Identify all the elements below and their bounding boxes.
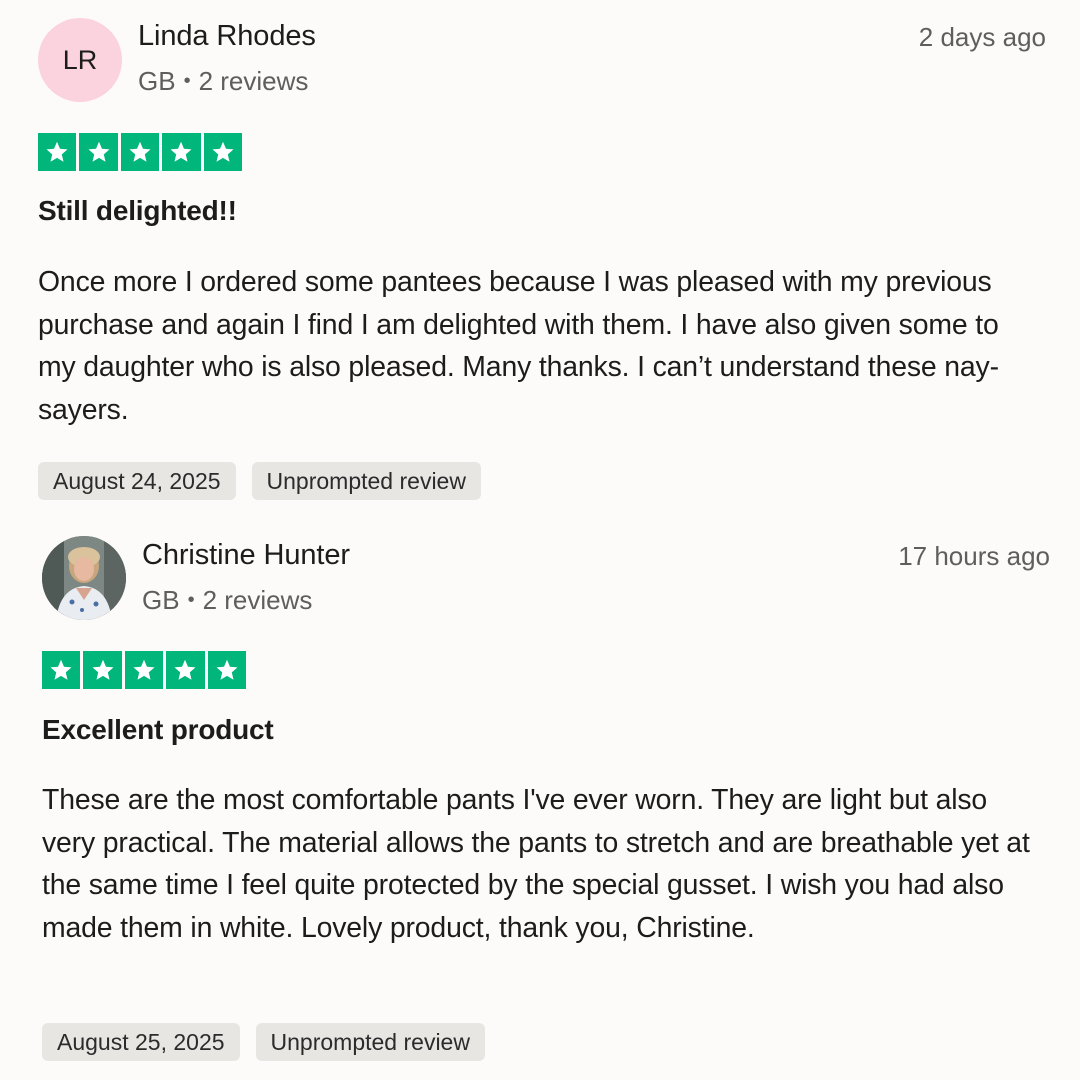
review-tags: August 25, 2025 Unprompted review [42,1023,485,1061]
review-tags: August 24, 2025 Unprompted review [38,462,481,500]
star-icon [38,133,77,171]
star-icon [203,133,242,171]
unprompted-review-badge[interactable]: Unprompted review [251,462,481,500]
meta-separator: • [187,589,195,611]
star-icon [42,651,81,689]
avatar-initials: LR [62,44,98,75]
reviewer-name[interactable]: Christine Hunter [142,539,350,572]
review-card: Christine Hunter GB • 2 reviews 17 hours… [0,520,1080,1080]
star-icon [166,651,205,689]
reviewer-country: GB [142,585,180,615]
review-card: LR Linda Rhodes GB • 2 reviews 2 days ag… [0,0,1080,510]
star-icon [207,651,246,689]
review-body: These are the most comfortable pants I'v… [42,784,1030,944]
review-title[interactable]: Still delighted!! [38,195,237,227]
star-rating [42,651,246,689]
reviewer-name[interactable]: Linda Rhodes [138,20,316,53]
star-icon [124,651,164,689]
avatar[interactable] [42,536,126,620]
unprompted-review-badge[interactable]: Unprompted review [255,1023,485,1061]
star-icon [83,651,122,689]
review-time: 17 hours ago [898,541,1050,571]
star-icon [79,133,118,171]
review-date-badge: August 24, 2025 [38,462,236,500]
review-time: 2 days ago [918,22,1046,52]
star-rating [38,133,242,171]
reviewer-meta: GB • 2 reviews [138,66,308,97]
review-title[interactable]: Excellent product [42,714,274,746]
reviewer-country: GB [138,66,176,96]
review-body: Once more I ordered some pantees because… [38,266,999,426]
review-count[interactable]: 2 reviews [203,585,313,616]
star-icon [120,133,160,171]
review-date-badge: August 25, 2025 [42,1023,240,1061]
avatar[interactable]: LR [38,18,122,102]
meta-separator: • [183,70,191,92]
review-count[interactable]: 2 reviews [199,66,309,97]
reviewer-meta: GB • 2 reviews [142,585,312,616]
avatar-photo-icon [42,536,126,620]
star-icon [162,133,201,171]
